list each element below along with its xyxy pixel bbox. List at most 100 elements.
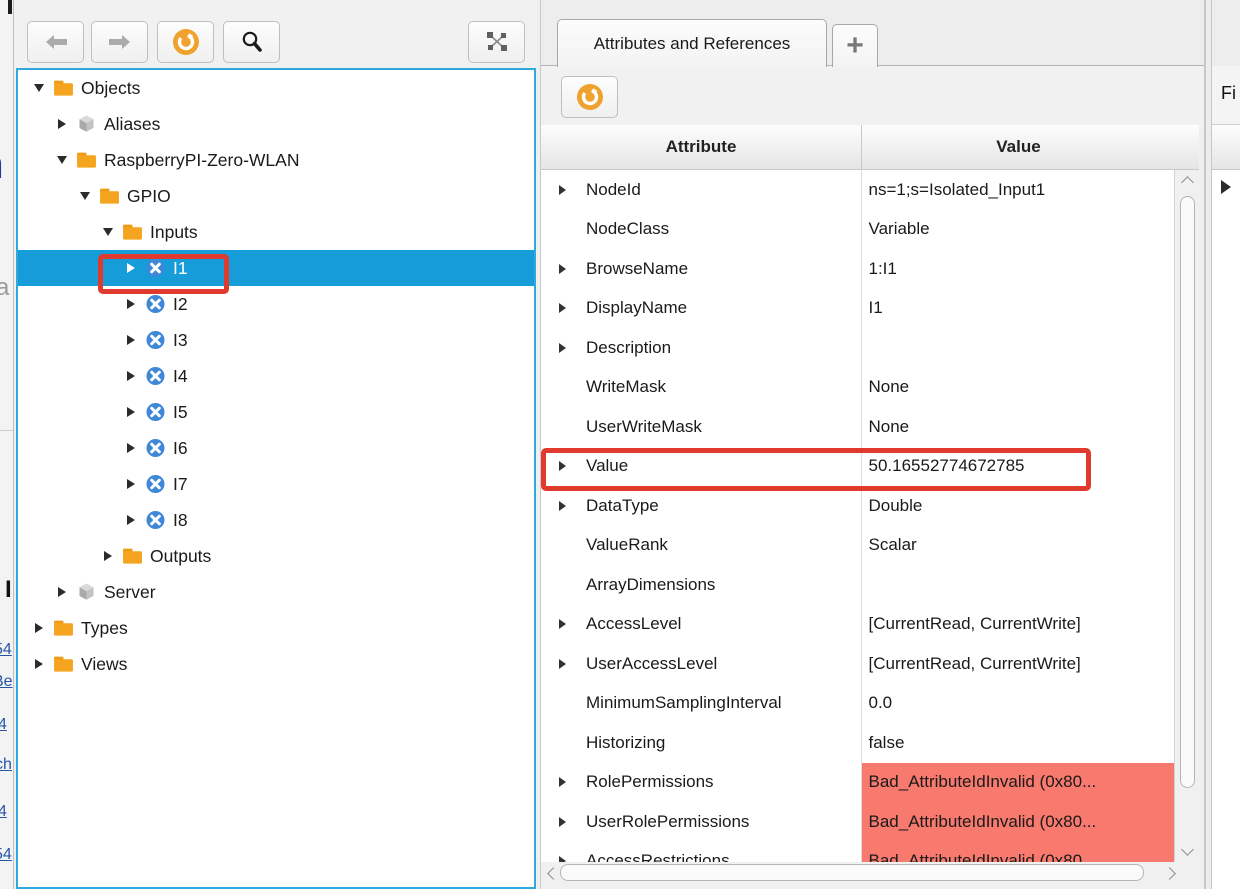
- attr-row-userrolepermissions[interactable]: UserRolePermissionsBad_AttributeIdInvali…: [541, 802, 1174, 842]
- attr-row-rolepermissions[interactable]: RolePermissionsBad_AttributeIdInvalid (0…: [541, 763, 1174, 803]
- attr-row-accessrestrictions[interactable]: AccessRestrictionsBad_AttributeIdInvalid…: [541, 842, 1174, 863]
- scroll-right-icon[interactable]: [1163, 867, 1176, 880]
- node-graph-icon: [485, 30, 509, 54]
- search-button[interactable]: [223, 21, 280, 63]
- chevron-right-icon[interactable]: [559, 262, 574, 276]
- side-panel-header-fragment: Fi: [1221, 83, 1236, 104]
- attr-row-nodeid[interactable]: NodeId ns=1;s=Isolated_Input1: [541, 170, 1174, 210]
- chevron-right-icon[interactable]: [30, 620, 47, 636]
- vertical-scrollbar[interactable]: [1177, 170, 1199, 862]
- attr-row-nodeclass[interactable]: NodeClassVariable: [541, 210, 1174, 250]
- tree-item-label: Aliases: [104, 114, 160, 135]
- attr-row-historizing[interactable]: Historizingfalse: [541, 723, 1174, 763]
- tree-item-types[interactable]: Types: [18, 610, 534, 646]
- attr-row-writemask[interactable]: WriteMask None: [541, 368, 1174, 408]
- chevron-right-icon[interactable]: [53, 584, 70, 600]
- tree-item-i2[interactable]: I2: [18, 286, 534, 322]
- tree-item-aliases[interactable]: Aliases: [18, 106, 534, 142]
- chevron-down-icon[interactable]: [30, 80, 47, 96]
- expander-spacer: [559, 538, 574, 552]
- chevron-right-icon[interactable]: [122, 296, 139, 312]
- attr-row-browsename[interactable]: BrowseName1:I1: [541, 249, 1174, 289]
- chevron-right-icon[interactable]: [559, 459, 574, 473]
- chevron-right-icon[interactable]: [559, 854, 574, 862]
- tree-item-i3[interactable]: I3: [18, 322, 534, 358]
- attribute-name: AccessRestrictions: [586, 851, 730, 862]
- panel-splitter[interactable]: [1205, 0, 1212, 889]
- attribute-value: ns=1;s=Isolated_Input1: [862, 170, 1175, 210]
- chevron-down-icon[interactable]: [99, 224, 116, 240]
- chevron-right-icon[interactable]: [559, 499, 574, 513]
- attr-row-value[interactable]: Value50.16552774672785: [541, 447, 1174, 487]
- chevron-right-icon[interactable]: [559, 775, 574, 789]
- chevron-right-icon[interactable]: [559, 657, 574, 671]
- attr-row-description[interactable]: Description: [541, 328, 1174, 368]
- chevron-right-icon[interactable]: [122, 476, 139, 492]
- background-fragment: ch: [0, 756, 12, 774]
- background-fragment: [8, 0, 12, 14]
- chevron-right-icon[interactable]: [30, 656, 47, 672]
- chevron-right-icon[interactable]: [559, 301, 574, 315]
- forward-button[interactable]: [91, 21, 148, 63]
- refresh-tree-button[interactable]: [157, 21, 214, 63]
- chevron-right-icon[interactable]: [122, 512, 139, 528]
- chevron-right-icon[interactable]: [53, 116, 70, 132]
- node-graph-button[interactable]: [468, 21, 525, 63]
- tree-item-i8[interactable]: I8: [18, 502, 534, 538]
- attr-row-accesslevel[interactable]: AccessLevel[CurrentRead, CurrentWrite]: [541, 605, 1174, 645]
- refresh-attributes-button[interactable]: [561, 76, 618, 118]
- attribute-name: WriteMask: [586, 377, 666, 397]
- chevron-right-icon[interactable]: [122, 440, 139, 456]
- column-header-value[interactable]: Value: [862, 125, 1175, 169]
- scroll-down-icon[interactable]: [1181, 843, 1194, 856]
- variable-icon: [145, 330, 166, 350]
- chevron-right-icon[interactable]: [559, 617, 574, 631]
- horizontal-scrollbar[interactable]: [543, 862, 1199, 884]
- attr-row-minimumsamplinginterval[interactable]: MinimumSamplingInterval0.0: [541, 684, 1174, 724]
- tree-item-raspberrypi-zero-wlan[interactable]: RaspberryPI-Zero-WLAN: [18, 142, 534, 178]
- tree-item-i1[interactable]: I1: [18, 250, 534, 286]
- scroll-left-icon[interactable]: [547, 867, 560, 880]
- chevron-right-icon[interactable]: [559, 183, 574, 197]
- attr-row-userwritemask[interactable]: UserWriteMaskNone: [541, 407, 1174, 447]
- tree-item-i4[interactable]: I4: [18, 358, 534, 394]
- address-space-panel: ObjectsAliasesRaspberryPI-Zero-WLANGPIOI…: [14, 0, 537, 889]
- chevron-right-icon[interactable]: [559, 815, 574, 829]
- chevron-right-icon[interactable]: [559, 341, 574, 355]
- column-header-attribute[interactable]: Attribute: [541, 125, 862, 169]
- attribute-name: NodeId: [586, 180, 641, 200]
- chevron-right-icon[interactable]: [1221, 180, 1231, 194]
- chevron-down-icon[interactable]: [76, 188, 93, 204]
- attr-row-datatype[interactable]: DataTypeDouble: [541, 486, 1174, 526]
- tree-item-gpio[interactable]: GPIO: [18, 178, 534, 214]
- chevron-right-icon[interactable]: [122, 332, 139, 348]
- attribute-name: UserWriteMask: [586, 417, 702, 437]
- scroll-up-icon[interactable]: [1181, 176, 1194, 189]
- attr-row-valuerank[interactable]: ValueRankScalar: [541, 526, 1174, 566]
- attr-row-arraydimensions[interactable]: ArrayDimensions: [541, 565, 1174, 605]
- attribute-value: None: [862, 368, 1175, 408]
- horizontal-scrollbar-thumb[interactable]: [560, 864, 1144, 881]
- chevron-right-icon[interactable]: [122, 368, 139, 384]
- attr-row-displayname[interactable]: DisplayNameI1: [541, 289, 1174, 329]
- header-filler: [1175, 125, 1199, 169]
- tree-item-outputs[interactable]: Outputs: [18, 538, 534, 574]
- vertical-scrollbar-thumb[interactable]: [1180, 196, 1195, 788]
- chevron-right-icon[interactable]: [122, 404, 139, 420]
- tab-attributes-and-references[interactable]: Attributes and References: [557, 19, 827, 67]
- background-window-strip: naI54Be4ch454: [0, 0, 14, 889]
- tree-item-i5[interactable]: I5: [18, 394, 534, 430]
- tree-item-server[interactable]: Server: [18, 574, 534, 610]
- chevron-right-icon[interactable]: [99, 548, 116, 564]
- back-button[interactable]: [27, 21, 84, 63]
- tree-item-label: I2: [173, 294, 188, 315]
- add-tab-button[interactable]: +: [832, 24, 878, 67]
- attr-row-useraccesslevel[interactable]: UserAccessLevel[CurrentRead, CurrentWrit…: [541, 644, 1174, 684]
- tree-item-i6[interactable]: I6: [18, 430, 534, 466]
- tree-item-views[interactable]: Views: [18, 646, 534, 682]
- chevron-right-icon[interactable]: [122, 260, 139, 276]
- tree-item-i7[interactable]: I7: [18, 466, 534, 502]
- tree-item-objects[interactable]: Objects: [18, 70, 534, 106]
- chevron-down-icon[interactable]: [53, 152, 70, 168]
- tree-item-inputs[interactable]: Inputs: [18, 214, 534, 250]
